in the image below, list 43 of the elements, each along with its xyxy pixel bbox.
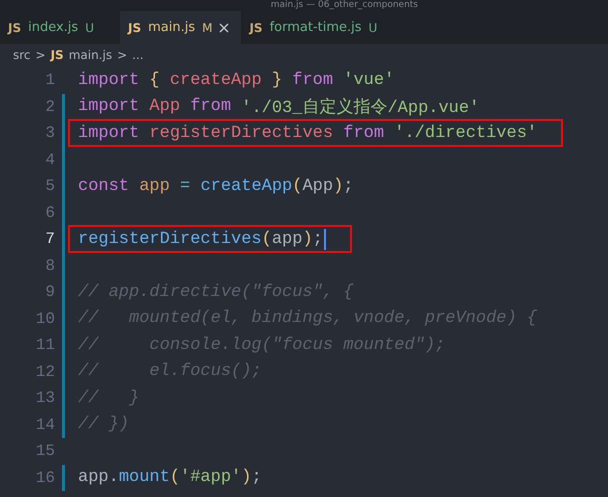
code-line: import { createApp } from 'vue' <box>78 70 394 92</box>
breadcrumb-separator: > <box>117 48 128 62</box>
line-number: 11 <box>34 336 55 354</box>
breadcrumb-item[interactable]: ... <box>132 48 144 62</box>
line-number: 1 <box>44 71 55 90</box>
js-file-icon: JS <box>50 48 64 62</box>
line-number: 13 <box>34 389 55 408</box>
line-number: 9 <box>44 283 55 302</box>
line-number: 12 <box>34 362 55 381</box>
line-number: 10 <box>34 310 55 328</box>
code-line: import App from './03_自定义指令/App.vue' <box>78 96 480 119</box>
editor-tab[interactable]: JS main.js M <box>120 11 242 44</box>
breadcrumb-item[interactable]: src <box>13 48 31 62</box>
code-line: // app.directive("focus", { <box>78 282 354 304</box>
text-cursor <box>324 228 326 250</box>
line-number: 16 <box>34 468 55 487</box>
code-line: // } <box>78 388 140 410</box>
editor-tab[interactable]: JS index.js U <box>0 11 120 44</box>
line-number: 4 <box>44 150 55 169</box>
highlight-box: registerDirectives(app); <box>70 227 350 252</box>
window-title: main.js — 06_other_components <box>270 0 418 10</box>
breadcrumb-item[interactable]: main.js <box>68 48 112 62</box>
close-icon[interactable] <box>219 22 230 32</box>
line-number: 7 <box>44 230 55 248</box>
code-line: // console.log("focus mounted"); <box>78 334 446 357</box>
line-number: 14 <box>34 416 55 434</box>
code-line: // el.focus(); <box>78 361 262 384</box>
line-number: 15 <box>34 442 55 460</box>
line-number: 2 <box>44 98 55 116</box>
code-line: app.mount('#app'); <box>78 467 262 490</box>
js-file-icon: JS <box>8 20 22 34</box>
line-number: 3 <box>44 124 55 142</box>
code-line: const app = createApp(App); <box>78 176 354 198</box>
line-number: 6 <box>44 204 55 222</box>
breadcrumb-separator: > <box>36 48 46 62</box>
code-line: // }) <box>78 414 130 436</box>
js-file-icon: JS <box>128 20 142 34</box>
js-file-icon: JS <box>249 20 263 34</box>
highlight-box: import registerDirectives from './directives' <box>70 121 562 146</box>
code-line: // mounted(el, bindings, vnode, preVnode) { <box>78 308 538 330</box>
line-number: 5 <box>44 177 55 196</box>
line-number: 8 <box>44 256 55 275</box>
editor-tab[interactable]: JS format-time.js U <box>241 11 390 44</box>
